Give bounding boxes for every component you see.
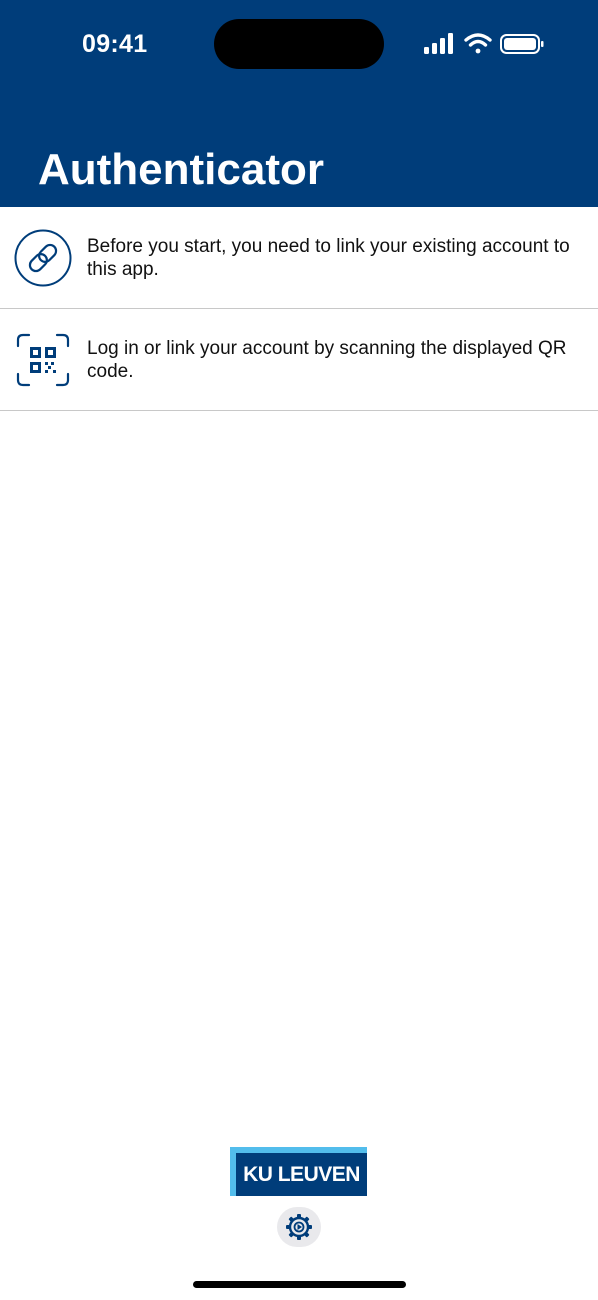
wifi-icon xyxy=(464,33,492,54)
ku-leuven-logo: KU LEUVEN xyxy=(230,1147,367,1196)
settings-button[interactable] xyxy=(277,1207,321,1247)
list-item-link-account[interactable]: Before you start, you need to link your … xyxy=(0,207,598,309)
battery-icon xyxy=(500,34,544,54)
link-icon xyxy=(14,229,72,287)
status-time: 09:41 xyxy=(82,30,148,58)
home-indicator[interactable] xyxy=(193,1281,406,1288)
list-item-scan-qr[interactable]: Log in or link your account by scanning … xyxy=(0,309,598,411)
gear-icon xyxy=(286,1214,312,1240)
status-icons xyxy=(424,33,544,54)
list-item-text: Log in or link your account by scanning … xyxy=(87,338,567,382)
qr-scan-icon xyxy=(16,333,70,387)
app-header: 09:41 Authenticator xyxy=(0,0,598,207)
list-item-text: Before you start, you need to link your … xyxy=(87,236,570,280)
signal-icon xyxy=(424,33,453,54)
page-title: Authenticator xyxy=(38,145,324,194)
dynamic-island xyxy=(214,19,384,69)
logo-text: KU LEUVEN xyxy=(236,1153,367,1196)
